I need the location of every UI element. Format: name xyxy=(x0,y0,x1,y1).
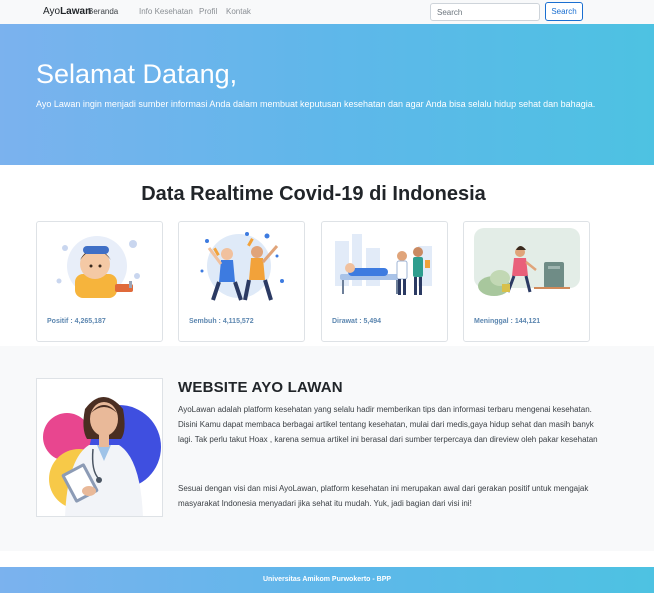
doctor-image xyxy=(36,378,163,517)
nav-link-info-kesehatan[interactable]: Info Kesehatan xyxy=(139,7,193,16)
about-title: WEBSITE AYO LAWAN xyxy=(178,379,343,396)
recovered-illustration-icon xyxy=(200,232,284,301)
hero-title: Selamat Datang, xyxy=(36,59,238,89)
brand-prefix: Ayo xyxy=(43,6,61,17)
stat-label-recovered: Sembuh : 4,115,572 xyxy=(189,318,254,325)
stat-card-positive: Positif : 4,265,187 xyxy=(36,221,163,342)
positive-illustration-icon xyxy=(56,236,140,298)
hero-banner: Selamat Datang, Ayo Lawan ingin menjadi … xyxy=(0,24,654,165)
about-paragraph-2: Sesuai dengan visi dan misi AyoLawan, pl… xyxy=(178,484,589,508)
brand-bold: Lawan xyxy=(60,6,92,17)
nav-link-profil[interactable]: Profil xyxy=(199,7,217,16)
stat-card-deceased: Meninggal : 144,121 xyxy=(463,221,590,342)
hero-subtitle: Ayo Lawan ingin menjadi sumber informasi… xyxy=(36,99,596,109)
navbar: AyoLawan Beranda Info Kesehatan Profil K… xyxy=(0,0,654,24)
stat-card-recovered: Sembuh : 4,115,572 xyxy=(178,221,305,342)
search-input[interactable] xyxy=(430,3,540,21)
about-paragraph-1: AyoLawan adalah platform kesehatan yang … xyxy=(178,405,598,444)
stat-label-positive: Positif : 4,265,187 xyxy=(47,318,106,325)
nav-link-kontak[interactable]: Kontak xyxy=(226,7,251,16)
stat-card-hospitalized: Dirawat : 5,494 xyxy=(321,221,448,342)
nav-link-beranda[interactable]: Beranda xyxy=(88,7,118,16)
footer: Universitas Amikom Purwokerto - BPP xyxy=(0,567,654,593)
footer-text: Universitas Amikom Purwokerto - BPP xyxy=(262,576,392,583)
hospitalized-illustration-icon xyxy=(335,234,432,295)
brand-logo[interactable]: AyoLawan xyxy=(43,6,91,17)
search-button[interactable]: Search xyxy=(545,2,583,21)
stats-title: Data Realtime Covid-19 di Indonesia xyxy=(141,183,486,205)
stat-label-hospitalized: Dirawat : 5,494 xyxy=(332,318,382,325)
doctor-illustration-icon xyxy=(43,397,161,516)
deceased-illustration-icon xyxy=(474,228,580,296)
stat-label-deceased: Meninggal : 144,121 xyxy=(474,318,541,325)
